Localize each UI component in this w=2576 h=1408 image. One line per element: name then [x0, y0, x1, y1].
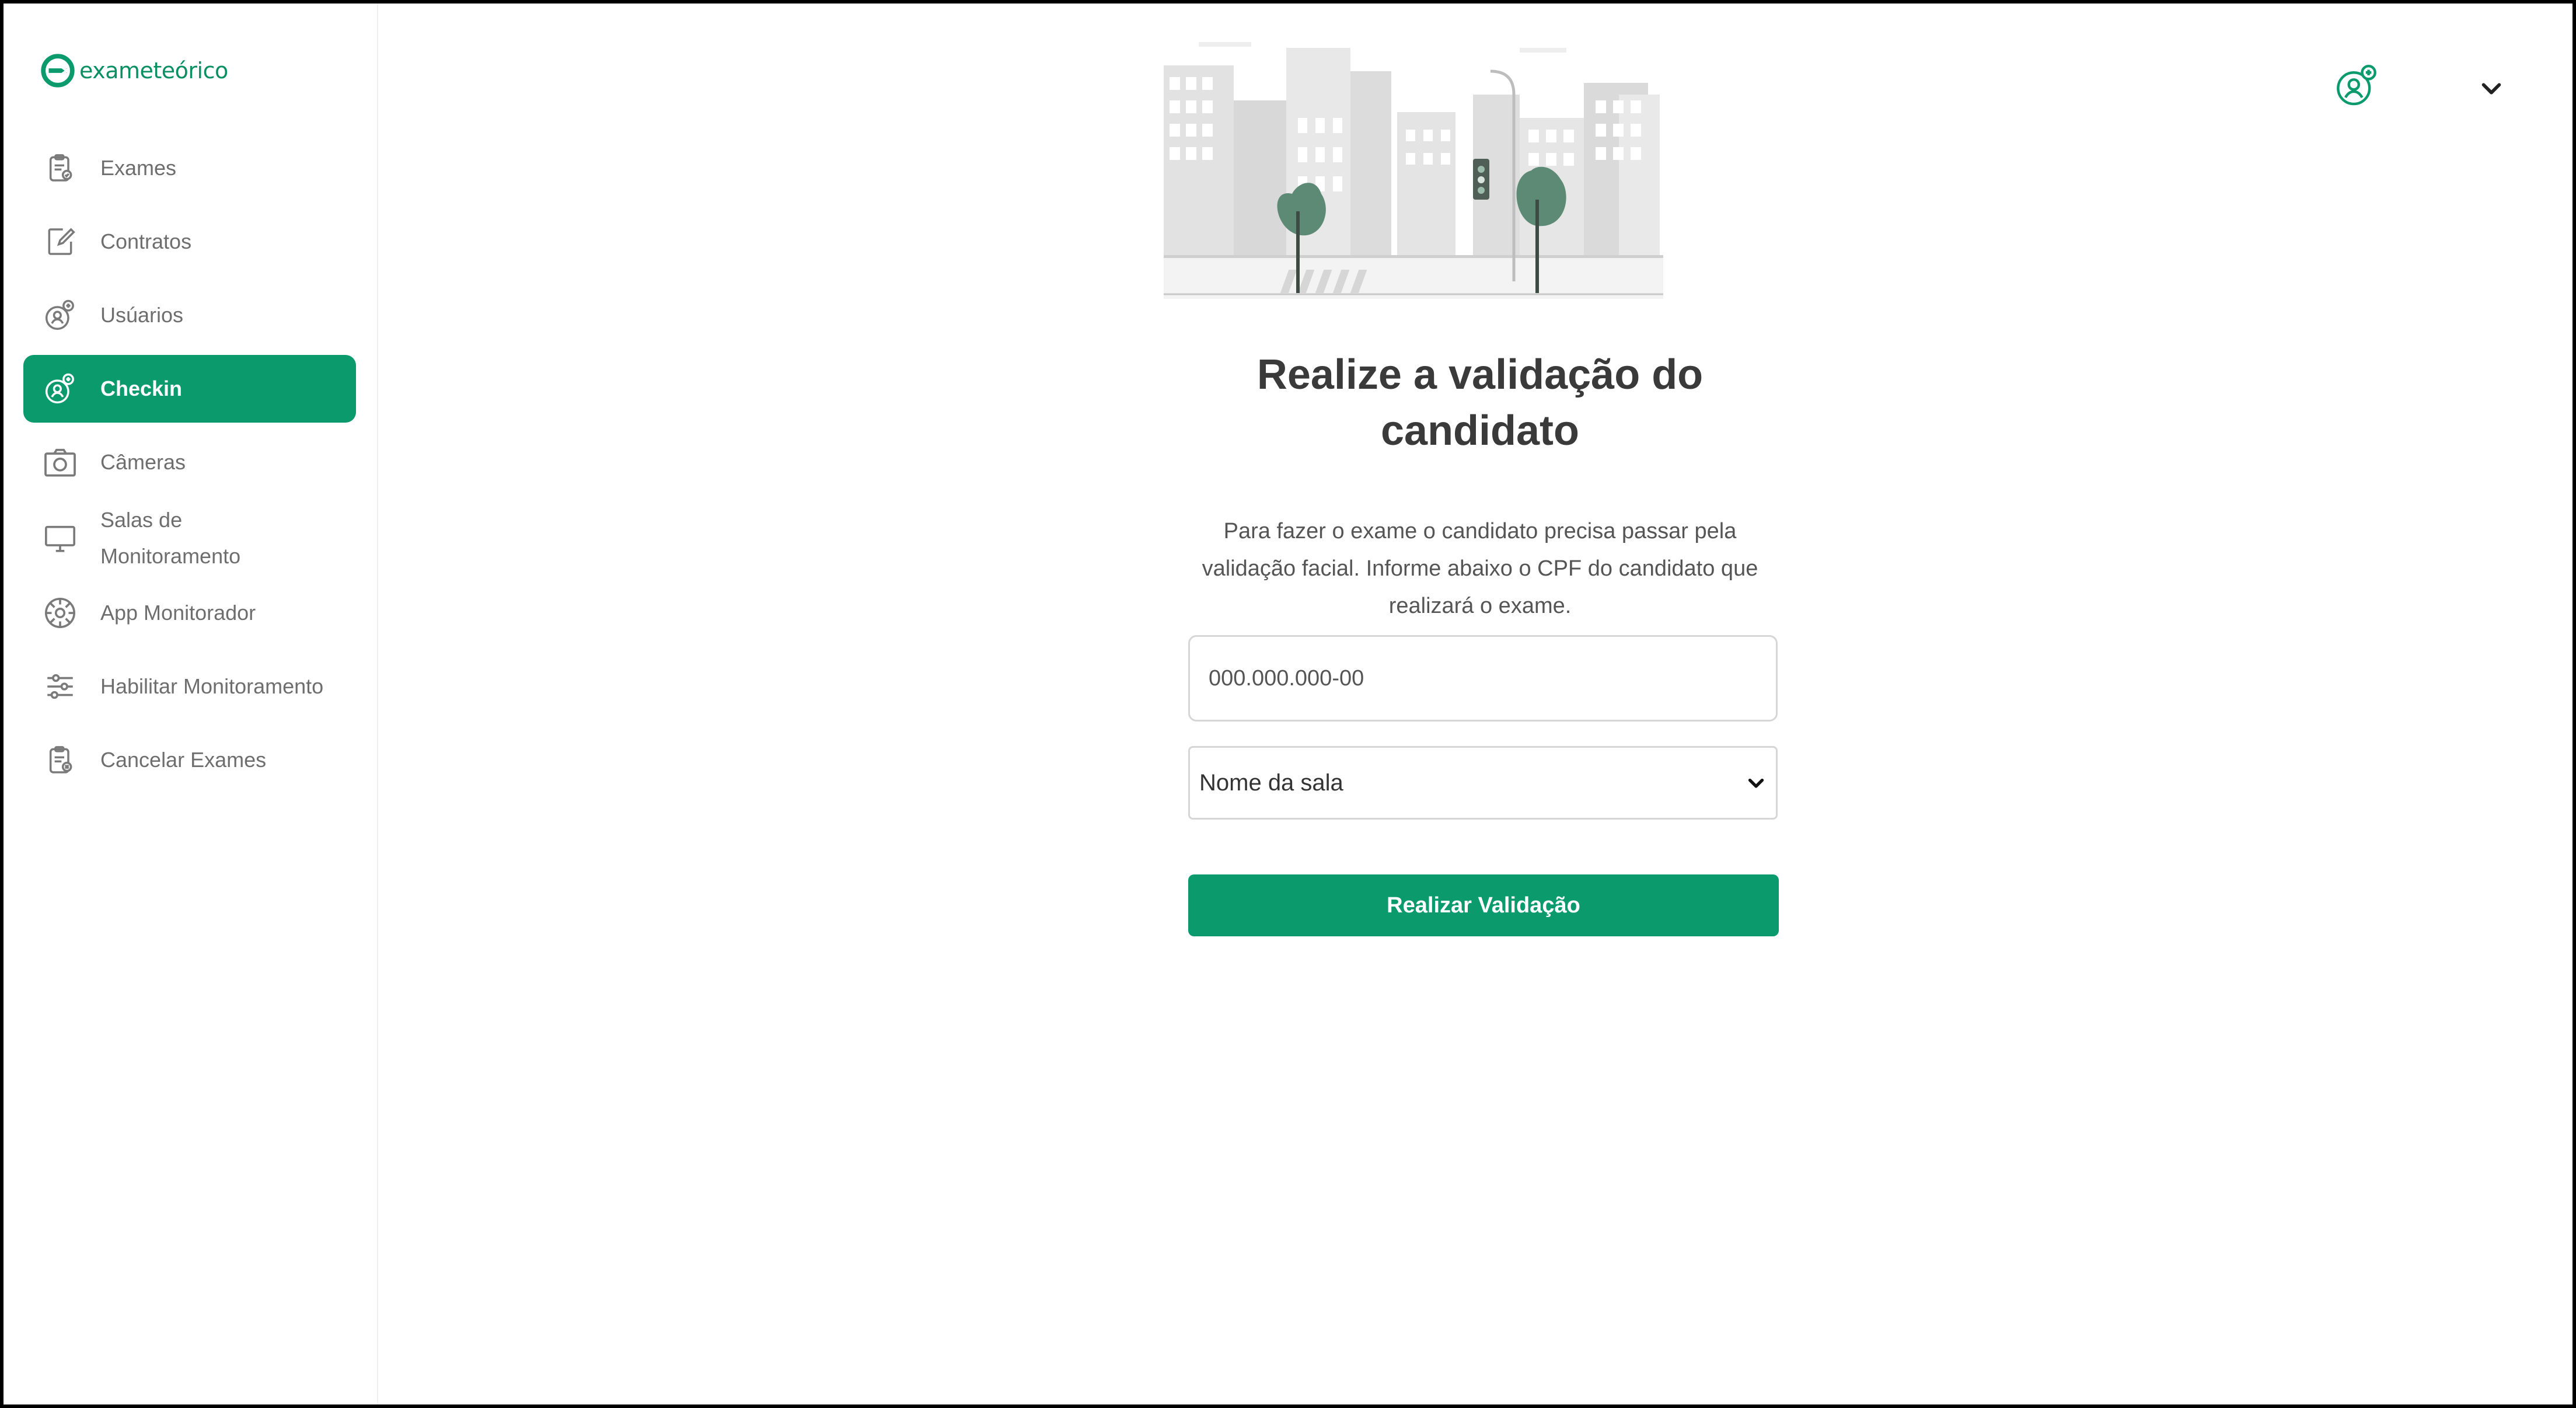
sidebar-item-salas-monitoramento[interactable]: Salas de Monitoramento [23, 502, 356, 574]
sala-select-value: Nome da sala [1199, 769, 1343, 796]
logo-icon [41, 54, 75, 88]
chevron-down-icon[interactable] [2478, 75, 2505, 102]
page-description: Para fazer o exame o candidato precisa p… [1202, 519, 1758, 618]
sidebar-item-label: Câmeras [100, 450, 186, 474]
sidebar-item-label-line1: Salas de [100, 508, 183, 532]
sidebar-item-label: Usúarios [100, 303, 184, 327]
user-check-icon [42, 371, 78, 407]
sidebar-item-label: Cancelar Exames [100, 748, 267, 772]
user-add-icon [42, 297, 78, 333]
sidebar-item-app-monitorador[interactable]: App Monitorador [23, 579, 356, 647]
sidebar-item-label-line2: Monitoramento [100, 544, 241, 568]
brand-name: exameteórico [79, 58, 228, 83]
sidebar-item-cancelar-exames[interactable]: Cancelar Exames [23, 726, 356, 794]
sidebar-item-label: Checkin [100, 377, 183, 400]
sidebar-item-label: Salas de Monitoramento [100, 502, 240, 574]
sidebar-item-contratos[interactable]: Contratos [23, 208, 356, 276]
sidebar-item-usuarios[interactable]: Usúarios [23, 281, 356, 349]
app-icon [42, 595, 78, 631]
app-window: exameteórico Exames Contratos Usúarios C [4, 4, 2572, 1404]
sidebar: exameteórico Exames Contratos Usúarios C [4, 4, 378, 1404]
camera-icon [42, 444, 78, 480]
brand-logo[interactable]: exameteórico [40, 53, 228, 89]
sidebar-item-label: Exames [100, 156, 177, 180]
sidebar-item-label: Habilitar Monitoramento [100, 674, 324, 698]
sliders-icon [42, 668, 78, 705]
sidebar-item-label: App Monitorador [100, 601, 256, 625]
realizar-validacao-button[interactable]: Realizar Validação [1188, 874, 1779, 936]
sidebar-item-exames[interactable]: Exames [23, 134, 356, 202]
sidebar-item-cameras[interactable]: Câmeras [23, 428, 356, 496]
cpf-input[interactable] [1188, 635, 1778, 722]
page-title: Realize a validação do candidato [1256, 351, 1704, 454]
chevron-down-icon [1748, 778, 1764, 788]
monitor-icon [42, 520, 78, 556]
document-edit-icon [42, 224, 78, 260]
sidebar-item-habilitar-monitoramento[interactable]: Habilitar Monitoramento [23, 653, 356, 720]
clipboard-cancel-icon [42, 742, 78, 778]
user-avatar-icon[interactable] [2334, 64, 2379, 109]
clipboard-icon [42, 150, 78, 186]
sala-select[interactable]: Nome da sala [1188, 746, 1778, 820]
city-street-illustration [1164, 36, 1663, 299]
sidebar-item-checkin[interactable]: Checkin [23, 355, 356, 423]
sidebar-item-label: Contratos [100, 229, 192, 253]
